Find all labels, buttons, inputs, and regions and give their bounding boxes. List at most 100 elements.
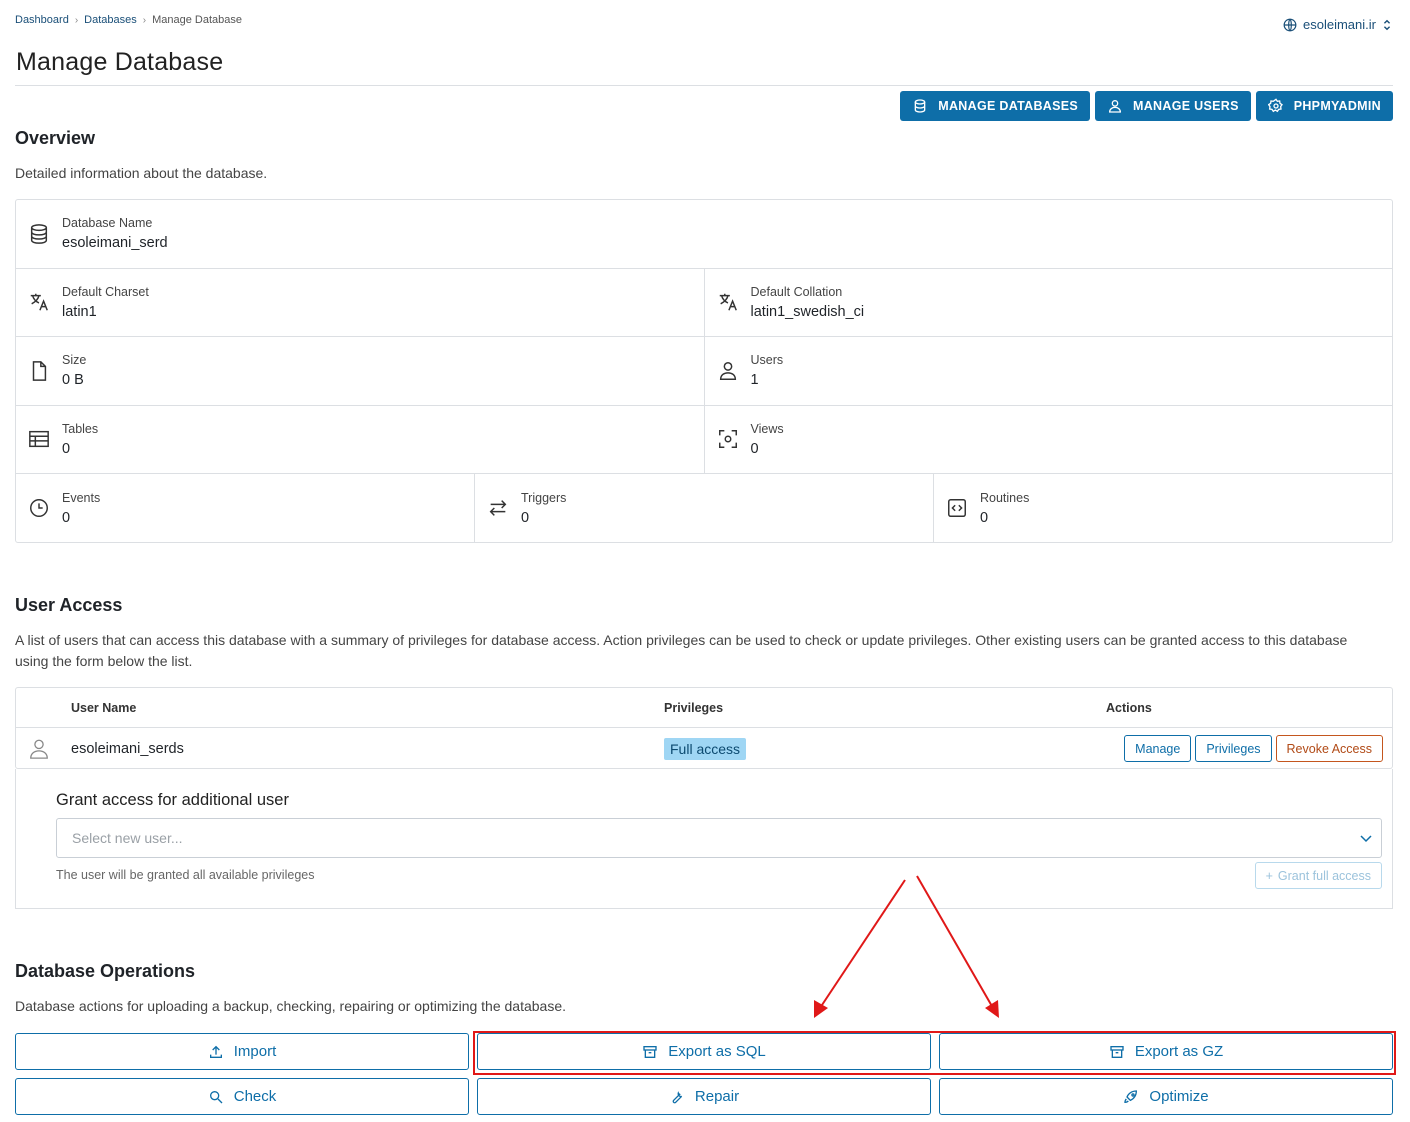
field-database-name: Database Name esoleimani_serd xyxy=(16,200,1392,268)
arrows-icon xyxy=(486,496,510,520)
field-label: Triggers xyxy=(521,490,567,505)
user-access-title: User Access xyxy=(15,595,123,615)
privileges-button[interactable]: Privileges xyxy=(1195,735,1272,762)
breadcrumb: Dashboard › Databases › Manage Database xyxy=(15,14,242,26)
field-label: Database Name xyxy=(62,216,153,231)
translate-icon xyxy=(716,290,740,314)
upload-icon xyxy=(209,1045,222,1058)
import-button[interactable]: Import xyxy=(15,1033,469,1070)
field-default-collation: Default Collation latin1_swedish_ci xyxy=(705,269,1393,337)
translate-icon xyxy=(27,290,51,314)
field-value: 0 B xyxy=(62,372,84,389)
grant-access-panel: Grant access for additional user Select … xyxy=(15,769,1393,909)
rocket-icon xyxy=(1124,1089,1138,1103)
field-routines: Routines 0 xyxy=(934,474,1392,543)
privilege-badge: Full access xyxy=(664,737,747,760)
field-label: Routines xyxy=(980,490,1030,505)
database-icon xyxy=(914,99,926,113)
overview-title: Overview xyxy=(15,128,96,148)
clock-icon xyxy=(27,496,51,520)
overview-row: Tables 0 Views 0 xyxy=(16,405,1393,474)
field-value: 0 xyxy=(750,440,759,457)
overview-row: Default Charset latin1 Default Collation l… xyxy=(16,268,1393,337)
grant-note: The user will be granted all available p… xyxy=(56,868,315,882)
breadcrumb-dashboard[interactable]: Dashboard xyxy=(15,14,69,26)
field-value: 0 xyxy=(521,509,530,526)
grant-full-access-button[interactable]: + Grant full access xyxy=(1254,862,1382,889)
breadcrumb-current: Manage Database xyxy=(152,14,243,26)
field-value: 0 xyxy=(980,509,989,526)
import-label: Import xyxy=(233,1043,277,1060)
repair-label: Repair xyxy=(694,1088,740,1105)
user-access-description: A list of users that can access this dat… xyxy=(15,632,1348,669)
user-icon xyxy=(1109,100,1122,113)
database-icon xyxy=(27,222,51,246)
field-value: esoleimani_serd xyxy=(62,235,168,252)
operations-description: Database actions for uploading a backup,… xyxy=(15,998,567,1014)
breadcrumb-databases[interactable]: Databases xyxy=(84,14,137,26)
row-actions: Manage Privileges Revoke Access xyxy=(1124,735,1383,762)
repair-button[interactable]: Repair xyxy=(477,1078,931,1115)
view-icon xyxy=(716,427,740,451)
field-label: Default Charset xyxy=(62,284,149,299)
operations-title: Database Operations xyxy=(15,961,196,981)
page-title: Manage Database xyxy=(16,48,224,76)
field-tables: Tables 0 xyxy=(16,405,705,473)
overview-row: Events 0 Triggers 0 Routines 0 xyxy=(16,474,1392,543)
field-triggers: Triggers 0 xyxy=(475,474,934,543)
user-avatar-icon xyxy=(28,737,50,766)
select-placeholder: Select new user... xyxy=(72,830,183,846)
field-value: 0 xyxy=(62,509,71,526)
check-label: Check xyxy=(233,1088,277,1105)
field-label: Tables xyxy=(62,421,99,436)
select-new-user[interactable]: Select new user... xyxy=(56,818,1382,858)
chevron-updown-icon xyxy=(1383,19,1391,30)
table-header: User Name Privileges Actions xyxy=(16,688,1392,728)
phpmyadmin-label: PHPMYADMIN xyxy=(1293,99,1381,113)
field-label: Size xyxy=(62,353,87,368)
field-users: Users 1 xyxy=(705,337,1393,405)
overview-row: Database Name esoleimani_serd xyxy=(16,200,1392,269)
divider xyxy=(15,85,1393,86)
manage-users-label: MANAGE USERS xyxy=(1133,99,1239,113)
field-default-charset: Default Charset latin1 xyxy=(16,268,705,336)
globe-icon xyxy=(1283,18,1297,31)
gear-icon xyxy=(1267,98,1283,113)
chevron-down-icon xyxy=(1360,835,1372,843)
field-label: Events xyxy=(62,490,101,505)
annotation-arrowhead-right xyxy=(985,1000,999,1018)
manage-user-button[interactable]: Manage xyxy=(1124,735,1192,762)
field-views: Views 0 xyxy=(705,406,1393,474)
user-table: User Name Privileges Actions esoleimani_… xyxy=(15,687,1393,769)
file-icon xyxy=(27,359,51,383)
field-value: 1 xyxy=(750,372,759,389)
annotation-highlight-box xyxy=(473,1031,1396,1075)
top-actions: MANAGE DATABASES MANAGE USERS PHPMYADMIN xyxy=(900,91,1393,121)
field-label: Default Collation xyxy=(750,284,843,299)
col-user-name: User Name xyxy=(71,700,137,715)
manage-databases-button[interactable]: MANAGE DATABASES xyxy=(900,91,1091,121)
table-row: esoleimani_serds Full access Manage Priv… xyxy=(16,728,1392,769)
phpmyadmin-button[interactable]: PHPMYADMIN xyxy=(1255,91,1393,121)
col-privileges: Privileges xyxy=(664,700,724,715)
domain-selector[interactable]: esoleimani.ir xyxy=(1283,17,1392,32)
field-value: latin1 xyxy=(62,303,97,320)
optimize-button[interactable]: Optimize xyxy=(939,1078,1393,1115)
field-label: Views xyxy=(750,421,784,436)
overview-description: Detailed information about the database. xyxy=(15,165,268,181)
field-value: latin1_swedish_ci xyxy=(750,303,865,320)
revoke-access-button[interactable]: Revoke Access xyxy=(1275,735,1383,762)
plus-icon: + xyxy=(1265,868,1273,883)
annotation-arrowhead-left xyxy=(814,1000,828,1018)
user-name: esoleimani_serds xyxy=(71,740,184,757)
field-value: 0 xyxy=(62,440,71,457)
col-actions: Actions xyxy=(1106,700,1152,715)
table-icon xyxy=(27,427,51,451)
check-button[interactable]: Check xyxy=(15,1078,469,1115)
overview-row: Size 0 B Users 1 xyxy=(16,337,1392,406)
code-icon xyxy=(945,496,969,520)
chevron-right-icon: › xyxy=(142,14,147,26)
domain-selector-value: esoleimani.ir xyxy=(1303,17,1376,32)
field-size: Size 0 B xyxy=(16,337,705,405)
manage-users-button[interactable]: MANAGE USERS xyxy=(1095,91,1251,121)
